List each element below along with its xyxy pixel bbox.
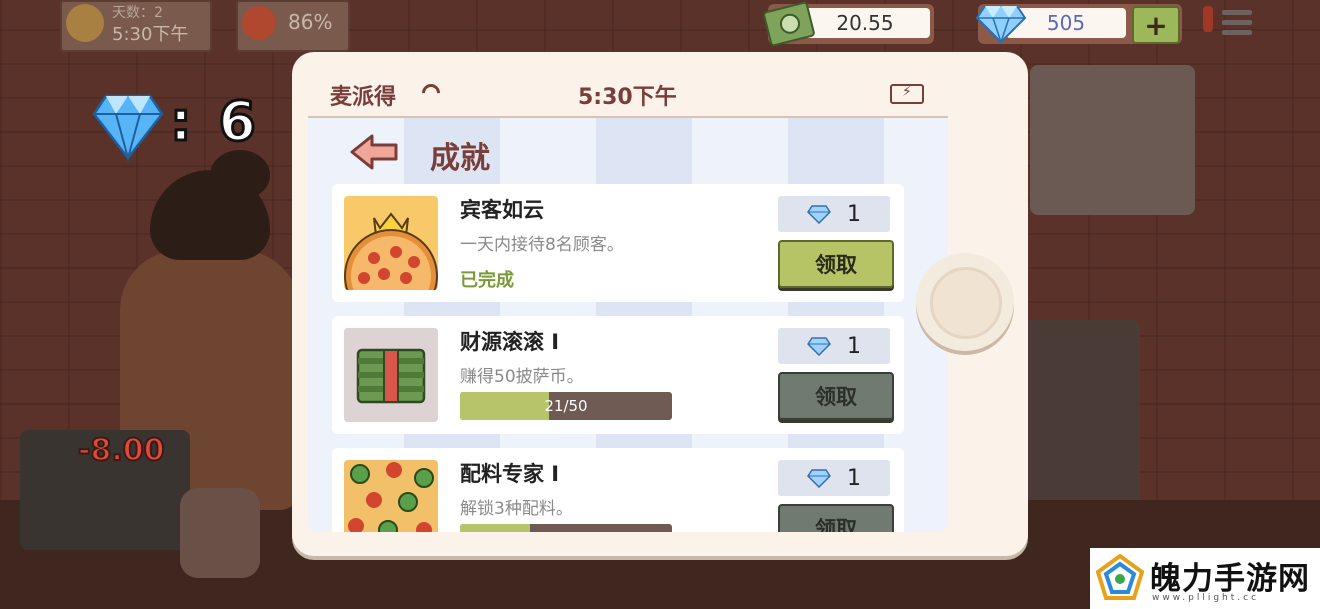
back-arrow-icon[interactable] <box>350 132 400 172</box>
day-label: 天数：2 <box>112 5 163 21</box>
reward-badge: 1 <box>778 460 890 496</box>
reward-badge: 1 <box>778 328 890 364</box>
watermark-url: www.pllight.cc <box>1152 593 1260 603</box>
money-change-text: -8.00 <box>77 432 165 469</box>
achievement-title: 财源滚滚 I <box>460 330 560 354</box>
achievement-card: 财源滚滚 I 赚得50披萨币。 21/50 1 领取 <box>332 316 904 434</box>
jar <box>180 488 260 578</box>
battery-icon: ⚡ <box>890 84 924 104</box>
reward-badge: 1 <box>778 196 890 232</box>
wall-panel <box>1030 65 1195 215</box>
menu-icon[interactable] <box>1222 10 1252 40</box>
diamond-icon <box>92 94 164 162</box>
separator: : <box>169 89 196 155</box>
reward-amount: 1 <box>847 333 861 359</box>
progress-text: 21/50 <box>544 397 588 415</box>
hud-time: 5:30下午 <box>112 24 189 45</box>
pizza-crown-icon <box>344 196 438 290</box>
carrier-name: 麦派得 <box>330 85 397 110</box>
status-bar: 麦派得 5:30下午 ⚡ <box>308 70 948 118</box>
diamond-icon <box>975 5 1027 44</box>
achievement-card: 宾客如云 一天内接待8名顾客。 已完成 1 领取 <box>332 184 904 302</box>
achievement-status: 已完成 <box>460 270 514 291</box>
phone-home-button[interactable] <box>916 253 1014 351</box>
toppings-icon <box>344 460 438 532</box>
reward-amount: 1 <box>847 201 861 227</box>
achievements-content: 成就 宾客如云 一天内接待8名顾客。 已完成 1 领取 财源滚滚 I 赚得50披… <box>308 118 948 532</box>
buy-gems-button[interactable]: + <box>1132 6 1180 44</box>
count: 6 <box>217 89 260 155</box>
progress-fill <box>460 524 530 532</box>
sun-icon <box>66 4 104 42</box>
status-time: 5:30下午 <box>578 85 677 110</box>
reward-amount: 1 <box>847 465 861 491</box>
achievement-title: 宾客如云 <box>460 198 544 222</box>
achievement-description: 赚得50披萨币。 <box>460 367 584 387</box>
customer-hair-bun <box>210 150 270 200</box>
money-stack-icon <box>344 328 438 422</box>
watermark-logo-icon <box>1096 554 1144 600</box>
phone-screen: 麦派得 5:30下午 ⚡ 成就 宾客如云 一天内接待8名顾客。 已完成 1 领取… <box>308 70 948 532</box>
angry-face-icon <box>242 6 276 40</box>
money-value: 20.55 <box>800 8 930 38</box>
diamond-icon <box>807 469 831 488</box>
progress-bar: 21/50 <box>460 392 672 420</box>
achievement-title: 配料专家 I <box>460 462 560 486</box>
mood-percentage: 86% <box>288 10 333 34</box>
page-title: 成就 <box>430 141 490 176</box>
bonus-gem-count: : 6 <box>169 89 260 155</box>
achievement-card: 配料专家 I 解锁3种配料。 1 领取 <box>332 448 904 532</box>
watermark-text: 魄力手游网 <box>1150 561 1310 597</box>
wifi-icon <box>418 80 444 106</box>
claim-button[interactable]: 领取 <box>778 504 894 532</box>
diamond-icon <box>807 205 831 224</box>
progress-bar <box>460 524 672 532</box>
claim-button[interactable]: 领取 <box>778 372 894 420</box>
achievement-description: 解锁3种配料。 <box>460 499 573 519</box>
achievement-description: 一天内接待8名顾客。 <box>460 235 624 255</box>
diamond-icon <box>807 337 831 356</box>
alert-icon <box>1203 6 1213 32</box>
claim-button[interactable]: 领取 <box>778 240 894 288</box>
